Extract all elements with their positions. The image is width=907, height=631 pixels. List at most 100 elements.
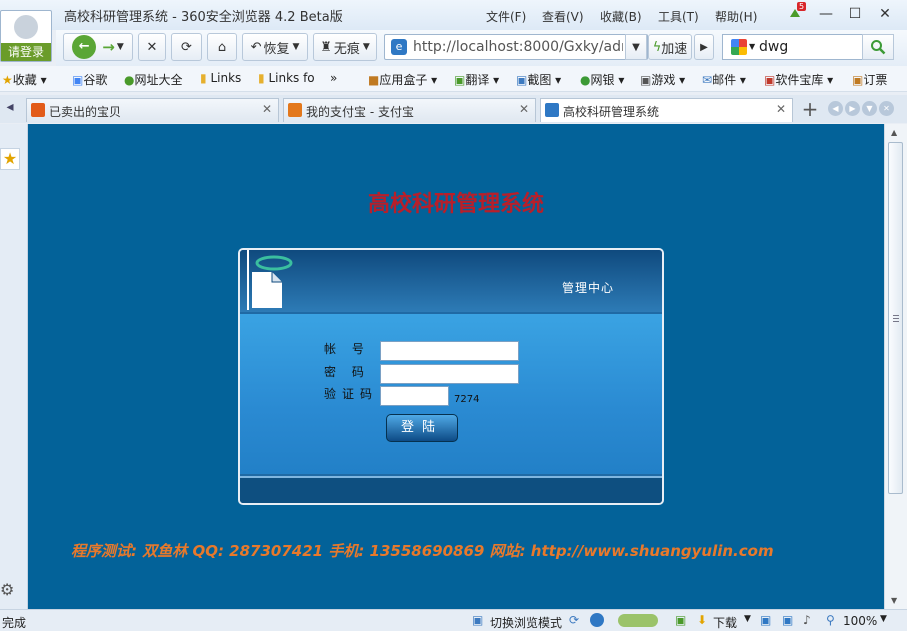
menu-view[interactable]: 查看(V) (542, 8, 584, 25)
user-avatar[interactable]: 请登录 (0, 10, 52, 62)
menu-file[interactable]: 文件(F) (486, 8, 526, 25)
search-input[interactable]: dwg (759, 39, 788, 55)
chevron-down-icon: ▼ (362, 42, 370, 52)
search-button[interactable] (862, 34, 894, 60)
fav-screenshot[interactable]: ▣截图 ▾ (516, 71, 561, 88)
minimize-icon[interactable]: — (815, 5, 837, 23)
sync-icon[interactable]: ⟳ (569, 613, 579, 627)
login-button[interactable]: 登陆 (386, 414, 458, 442)
tab-sold-items[interactable]: 已卖出的宝贝 ✕ (26, 98, 279, 122)
folder-icon: ▮ (200, 71, 207, 85)
login-panel-header: 管理中心 (240, 250, 662, 312)
fav-games[interactable]: ▣游戏 ▾ (640, 71, 685, 88)
alipay-icon (288, 103, 302, 117)
fav-sites[interactable]: ●网址大全 (124, 71, 183, 88)
scroll-down-icon[interactable]: ▼ (891, 596, 897, 605)
tab-left-icon[interactable]: ◀ (828, 101, 843, 116)
zoom-icon: ⚲ (826, 613, 835, 627)
toggle-switch[interactable] (618, 614, 658, 627)
screenshot-icon: ▣ (516, 73, 528, 87)
fav-more[interactable]: » (330, 71, 337, 85)
tab-right-icon[interactable]: ▶ (845, 101, 860, 116)
fav-google[interactable]: ▣谷歌 (72, 71, 107, 88)
accelerate-button[interactable]: ϟ 加速 (648, 34, 692, 60)
download-dropdown-icon[interactable]: ▼ (744, 614, 751, 624)
password-input[interactable] (380, 364, 519, 384)
scrollbar-thumb[interactable] (888, 142, 903, 494)
fav-software[interactable]: ▣软件宝库 ▾ (764, 71, 833, 88)
scroll-up-icon[interactable]: ▲ (891, 128, 897, 137)
avatar-face-icon (14, 15, 38, 39)
search-engine-dropdown-icon[interactable]: ▼ (749, 42, 755, 51)
fav-bank[interactable]: ●网银 ▾ (580, 71, 624, 88)
fav-links-fo[interactable]: ▮ Links fo (258, 71, 315, 85)
history-dropdown-icon[interactable]: ▼ (117, 42, 124, 52)
download-button[interactable]: 下载 (713, 614, 737, 631)
bank-icon: ● (580, 73, 591, 87)
incognito-button[interactable]: ♜ 无痕 ▼ (313, 33, 377, 61)
close-tab-icon[interactable]: ✕ (776, 102, 786, 116)
ie-page-icon: e (391, 39, 407, 55)
account-input[interactable] (380, 341, 519, 361)
close-tab-icon[interactable]: ✕ (519, 102, 529, 116)
zoom-dropdown-icon[interactable]: ▼ (880, 614, 887, 624)
new-tab-icon[interactable]: + (800, 98, 820, 120)
star-icon: ★ (2, 73, 13, 87)
close-window-icon[interactable]: ✕ (874, 5, 896, 23)
status-text: 完成 (2, 616, 27, 630)
vertical-scrollbar[interactable]: ▲ ▼ (884, 124, 907, 609)
tab-list-icon[interactable]: ▼ (862, 101, 877, 116)
menu-tools[interactable]: 工具(T) (658, 8, 699, 25)
address-dropdown[interactable]: ▼ (625, 34, 647, 60)
login-panel-footer (240, 476, 662, 503)
fav-links[interactable]: ▮ Links (200, 71, 241, 85)
close-tab-icon[interactable]: ✕ (262, 102, 272, 116)
sidebar-strip: ★ ⚙ (0, 124, 28, 609)
notification-icon[interactable]: 5 (788, 2, 807, 20)
zoom-level[interactable]: 100% (843, 614, 877, 628)
menu-help[interactable]: 帮助(H) (715, 8, 757, 25)
tab-navigation: ◀ ▶ ▼ ✕ (828, 101, 894, 116)
back-forward-group[interactable]: ← → ▼ (63, 33, 133, 61)
shield-icon[interactable] (590, 613, 604, 627)
fav-mail[interactable]: ✉邮件 ▾ (702, 71, 746, 88)
login-prompt[interactable]: 请登录 (1, 43, 51, 61)
fav-collect[interactable]: ★收藏 ▾ (2, 71, 47, 88)
back-arrow-icon[interactable]: ← (72, 35, 97, 59)
address-bar[interactable]: e http://localhost:8000/Gxky/adı (384, 34, 648, 60)
home-button[interactable]: ⌂ (207, 33, 237, 61)
tab-alipay[interactable]: 我的支付宝 - 支付宝 ✕ (283, 98, 536, 122)
go-button[interactable]: ▶ (694, 34, 714, 60)
menu-favorites[interactable]: 收藏(B) (600, 8, 642, 25)
taobao-icon (31, 103, 45, 117)
window-title: 高校科研管理系统 - 360安全浏览器 4.2 Beta版 (64, 10, 343, 25)
print-icon[interactable]: ▣ (782, 613, 793, 627)
settings-gear-icon[interactable]: ⚙ (0, 580, 18, 599)
cloud-icon[interactable]: ▣ (760, 613, 771, 627)
page-heading: 高校科研管理系统 (367, 191, 544, 217)
tab-close-all-icon[interactable]: ✕ (879, 101, 894, 116)
maximize-icon[interactable]: ☐ (844, 5, 866, 23)
favorites-star-icon[interactable]: ★ (0, 148, 20, 170)
stop-button[interactable]: ✕ (138, 33, 166, 61)
volume-icon[interactable]: ♪ (803, 613, 811, 627)
security-icon[interactable]: ▣ (675, 613, 686, 627)
refresh-button[interactable]: ⟳ (171, 33, 202, 61)
account-label: 帐 号 (324, 342, 370, 356)
google-icon[interactable] (731, 39, 747, 55)
browse-mode-toggle[interactable]: 切换浏览模式 (490, 614, 562, 631)
forward-arrow-icon[interactable]: → (102, 38, 115, 56)
sidebar-toggle-icon[interactable]: ◂ (0, 99, 20, 119)
restore-button[interactable]: ↶ 恢复 ▼ (242, 33, 308, 61)
page-viewport: 高校科研管理系统 管理中心 帐 号 密 码 验证码 7274 登陆 程序测试: … (28, 124, 884, 609)
fav-translate[interactable]: ▣翻译 ▾ (454, 71, 499, 88)
lightning-icon: ϟ (652, 39, 662, 55)
fav-app-box[interactable]: ■应用盒子 ▾ (368, 71, 437, 88)
password-label: 密 码 (324, 365, 370, 379)
fav-tickets[interactable]: ▣订票 (852, 71, 887, 88)
incognito-label: 无痕 (333, 41, 360, 57)
captcha-input[interactable] (380, 386, 449, 406)
undo-icon: ↶ (250, 39, 262, 55)
tab-research-system[interactable]: 高校科研管理系统 ✕ (540, 98, 793, 122)
address-input[interactable]: http://localhost:8000/Gxky/adı (413, 39, 623, 55)
